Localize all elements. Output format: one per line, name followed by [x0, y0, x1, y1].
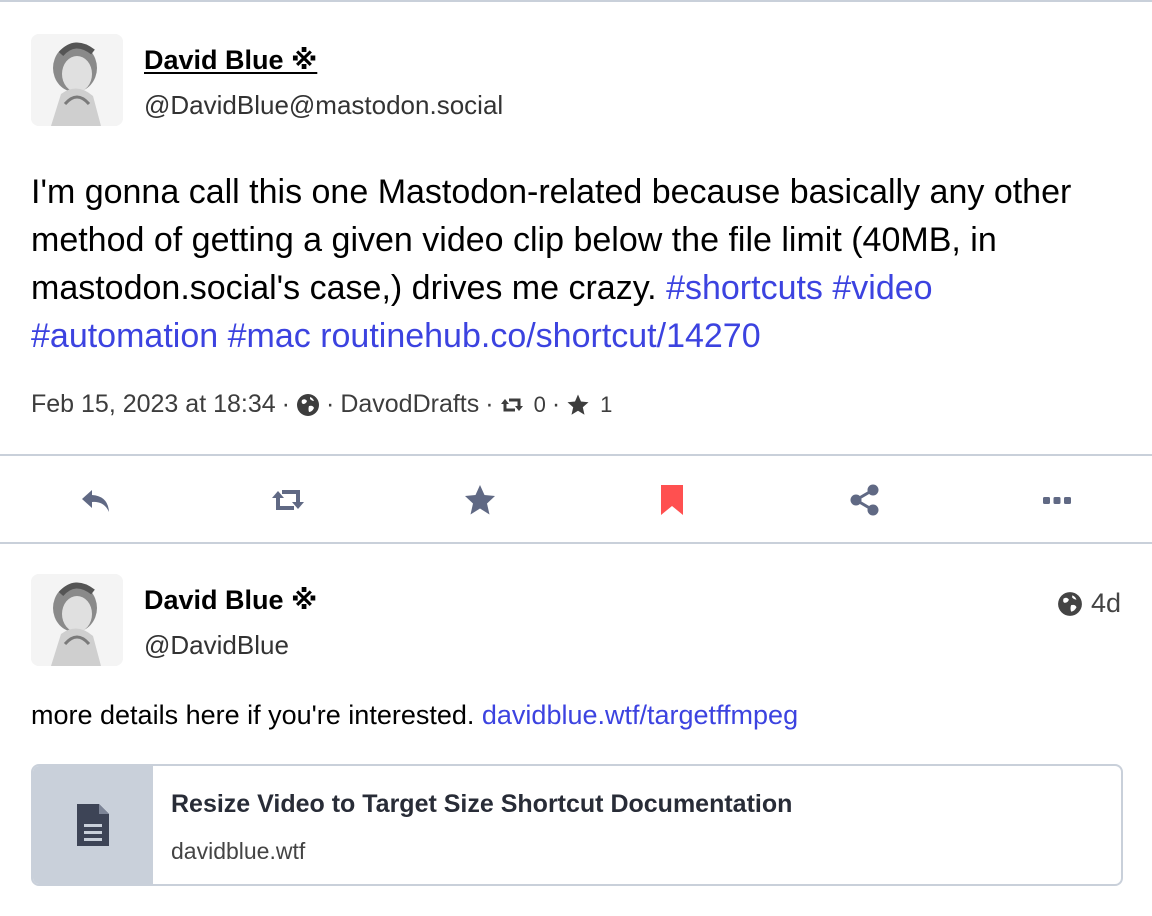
bookmark-button[interactable] — [650, 478, 694, 522]
separator: · — [485, 390, 494, 418]
separator: · — [551, 390, 561, 418]
ellipsis-icon — [1043, 497, 1071, 504]
hashtag-automation[interactable]: #automation — [31, 317, 218, 355]
boost-count: 0 — [533, 391, 546, 417]
reply-icon — [82, 490, 109, 512]
avatar-photo — [31, 34, 123, 126]
hashtag-video[interactable]: #video — [832, 269, 932, 307]
status-text: more details here if you're interested. — [31, 700, 482, 730]
card-host: davidblue.wtf — [171, 838, 306, 864]
relative-time: 4d — [1090, 588, 1121, 618]
bookmark-icon — [661, 485, 683, 515]
favourite-count: 1 — [600, 391, 613, 417]
document-icon — [77, 804, 109, 846]
favourite-button[interactable] — [458, 478, 502, 522]
status-content: I'm gonna call this one Mastodon-related… — [31, 168, 1121, 360]
separator: · — [325, 390, 335, 418]
author-handle: @DavidBlue@mastodon.social — [144, 90, 504, 120]
hashtag-shortcuts[interactable]: #shortcuts — [666, 269, 823, 307]
author-handle: @DavidBlue — [144, 630, 289, 660]
status-action-bar — [0, 456, 1152, 542]
link-preview-card[interactable]: Resize Video to Target Size Shortcut Doc… — [31, 764, 1123, 886]
hashtag-mac[interactable]: #mac — [228, 317, 311, 355]
star-icon — [465, 485, 495, 515]
reply-button[interactable] — [74, 478, 118, 522]
retweet-icon — [272, 490, 304, 510]
more-button[interactable] — [1035, 478, 1079, 522]
separator: · — [281, 390, 290, 418]
card-title: Resize Video to Target Size Shortcut Doc… — [171, 790, 793, 818]
status-timestamp[interactable]: Feb 15, 2023 at 18:34 — [31, 390, 276, 419]
status-content: more details here if you're interested. … — [31, 700, 798, 731]
status-time-info[interactable]: 4d — [1057, 588, 1121, 619]
globe-icon — [296, 393, 319, 416]
boost-button[interactable] — [266, 478, 310, 522]
retweet-icon[interactable] — [500, 393, 524, 417]
reply-status[interactable]: David Blue ※ @DavidBlue 4d more details … — [0, 544, 1152, 916]
status-meta: Feb 15, 2023 at 18:34 · · DavodDrafts · … — [31, 390, 612, 419]
star-icon[interactable] — [566, 393, 590, 417]
share-button[interactable] — [843, 478, 887, 522]
status-link[interactable]: routinehub.co/shortcut/14270 — [320, 317, 760, 355]
avatar[interactable] — [31, 34, 123, 126]
avatar-photo — [31, 574, 123, 666]
focused-status: David Blue ※ @DavidBlue@mastodon.social … — [0, 2, 1152, 454]
globe-icon — [1058, 591, 1082, 616]
card-thumbnail — [33, 766, 153, 884]
avatar[interactable] — [31, 574, 123, 666]
share-icon — [850, 484, 879, 516]
author-display-name[interactable]: David Blue ※ — [144, 585, 317, 616]
application-name[interactable]: DavodDrafts — [340, 390, 479, 419]
status-link[interactable]: davidblue.wtf/targetffmpeg — [482, 700, 798, 730]
author-display-name[interactable]: David Blue ※ — [144, 45, 317, 76]
